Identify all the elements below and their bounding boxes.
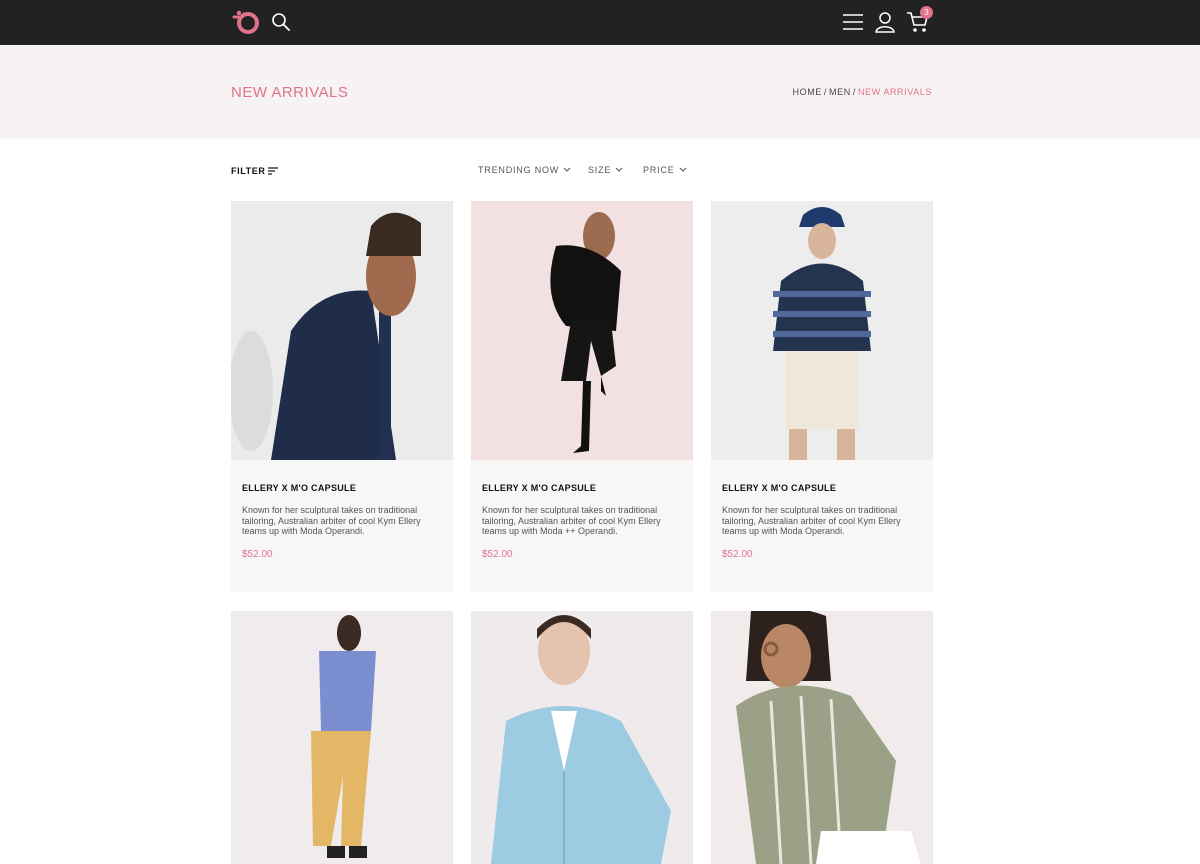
filter-lines-icon: [268, 167, 279, 175]
product-card[interactable]: ELLERY X M'O CAPSULE Known for her sculp…: [471, 201, 693, 592]
product-price: $52.00: [722, 548, 753, 560]
filter-label: FILTER: [231, 166, 266, 176]
product-card[interactable]: ELLERY X M'O CAPSULE Known for her sculp…: [231, 201, 453, 592]
page-header-banner: NEW ARRIVALS HOME / MEN / NEW ARRIVALS: [0, 45, 1200, 139]
dropdown-trending-label: TRENDING NOW: [478, 165, 560, 175]
product-card[interactable]: ELLERY X M'O CAPSULE Known for her sculp…: [711, 201, 933, 592]
dropdown-price-label: PRICE: [643, 165, 675, 175]
page-title: NEW ARRIVALS: [231, 84, 349, 101]
product-image: [471, 201, 693, 460]
chevron-down-icon: [563, 167, 571, 172]
product-name[interactable]: ELLERY X M'O CAPSULE: [722, 483, 922, 493]
breadcrumb: HOME / MEN / NEW ARRIVALS: [792, 87, 932, 97]
breadcrumb-home[interactable]: HOME: [793, 87, 822, 97]
product-card[interactable]: [231, 611, 453, 864]
product-price: $52.00: [482, 548, 513, 560]
dropdown-price[interactable]: PRICE: [643, 165, 687, 175]
chevron-down-icon: [679, 167, 686, 172]
product-name[interactable]: ELLERY X M'O CAPSULE: [482, 483, 682, 493]
dropdown-trending-now[interactable]: TRENDING NOW: [478, 165, 571, 175]
search-icon[interactable]: [270, 11, 292, 33]
product-image: [471, 611, 693, 864]
chevron-down-icon: [615, 167, 623, 172]
filter-button[interactable]: FILTER: [231, 166, 279, 176]
hamburger-menu-icon[interactable]: [841, 11, 865, 33]
product-description: Known for her sculptural takes on tradit…: [242, 505, 421, 536]
product-image: [711, 201, 933, 460]
product-info: ELLERY X M'O CAPSULE Known for her sculp…: [482, 483, 682, 560]
dropdown-size[interactable]: SIZE: [588, 165, 623, 175]
product-description: Known for her sculptural takes on tradit…: [482, 505, 661, 536]
logo[interactable]: [231, 8, 261, 36]
product-info: ELLERY X M'O CAPSULE Known for her sculp…: [242, 483, 442, 560]
product-info: ELLERY X M'O CAPSULE Known for her sculp…: [722, 483, 922, 560]
product-image: [711, 611, 933, 864]
user-icon[interactable]: [874, 10, 896, 34]
product-name[interactable]: ELLERY X M'O CAPSULE: [242, 483, 442, 493]
cart-count-badge: 3: [920, 6, 933, 19]
breadcrumb-men[interactable]: MEN: [829, 87, 851, 97]
breadcrumb-current: NEW ARRIVALS: [857, 87, 932, 97]
dropdown-size-label: SIZE: [588, 165, 612, 175]
product-card[interactable]: [711, 611, 933, 864]
product-image: [231, 611, 453, 864]
product-card[interactable]: [471, 611, 693, 864]
product-description: Known for her sculptural takes on tradit…: [722, 505, 901, 536]
product-price: $52.00: [242, 548, 273, 560]
top-navigation-bar: 3: [0, 0, 1200, 45]
product-image: [231, 201, 453, 460]
